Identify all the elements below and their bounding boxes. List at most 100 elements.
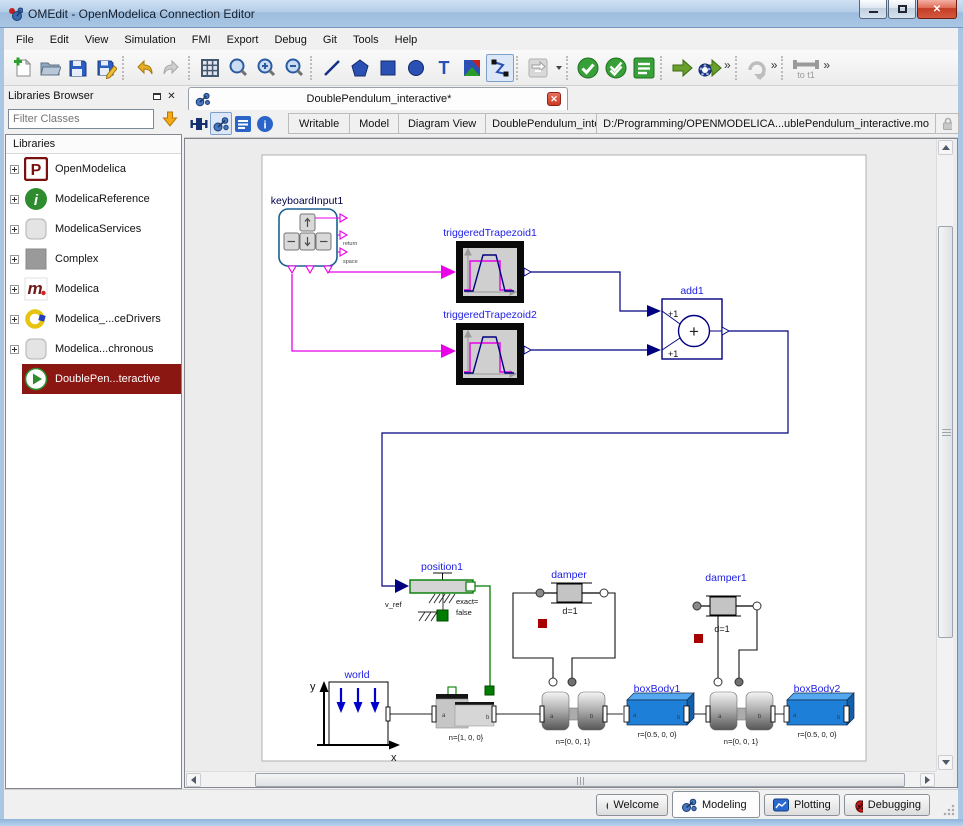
menu-file[interactable]: File (8, 32, 42, 48)
polygon-tool-button[interactable] (346, 54, 374, 82)
expand-icon[interactable] (10, 255, 19, 264)
zoom-out-button[interactable] (280, 54, 308, 82)
library-item-devicedrivers[interactable]: Modelica_...ceDrivers (6, 304, 181, 334)
writable-cell[interactable]: Writable (288, 113, 350, 134)
show-grid-button[interactable] (196, 54, 224, 82)
scroll-down-button[interactable] (938, 755, 953, 770)
document-tab[interactable]: DoublePendulum_interactive* ✕ (188, 87, 568, 110)
connect-mode-button[interactable] (486, 54, 514, 82)
library-item-modelica[interactable]: m Modelica (6, 274, 181, 304)
vertical-scrollbar[interactable] (936, 139, 953, 771)
scroll-up-button[interactable] (938, 140, 953, 155)
library-item-synchronous[interactable]: Modelica...chronous (6, 334, 181, 364)
boxBody1-frame-b-port[interactable] (684, 706, 689, 722)
title-bar[interactable]: OMEdit - OpenModelica Connection Editor … (0, 0, 963, 28)
menu-edit[interactable]: Edit (42, 32, 77, 48)
minimize-button[interactable] (859, 0, 887, 19)
interval-overflow-chevron[interactable]: » (823, 58, 832, 78)
perspective-plotting[interactable]: Plotting (764, 794, 840, 816)
filter-classes-input[interactable] (8, 109, 154, 129)
library-item-complex[interactable]: Complex (6, 244, 181, 274)
menu-tools[interactable]: Tools (345, 32, 387, 48)
damper1-wire-end-b[interactable] (735, 678, 743, 686)
save-button[interactable] (64, 54, 92, 82)
menu-export[interactable]: Export (219, 32, 267, 48)
damper-wire-end-a[interactable] (549, 678, 557, 686)
damper-flange-b-port[interactable] (600, 589, 608, 597)
dock-close-button[interactable]: ✕ (164, 89, 179, 103)
perspective-debugging[interactable]: Debugging (844, 794, 930, 816)
simulation-interval-button[interactable]: to t1 (789, 54, 823, 82)
save-as-button[interactable] (92, 54, 120, 82)
damper1-wire-end-a[interactable] (714, 678, 722, 686)
world-frame-port[interactable] (386, 707, 390, 721)
boxBody1-frame-a-port[interactable] (624, 706, 629, 722)
horizontal-scroll-thumb[interactable] (255, 773, 905, 787)
boxBody2-frame-a-port[interactable] (784, 706, 789, 722)
close-button[interactable]: ✕ (917, 0, 957, 19)
bitmap-tool-button[interactable] (458, 54, 486, 82)
dock-float-button[interactable] (149, 89, 164, 103)
expand-icon[interactable] (10, 345, 19, 354)
library-item-modelicaservices[interactable]: ModelicaServices (6, 214, 181, 244)
menu-fmi[interactable]: FMI (184, 32, 219, 48)
horizontal-scrollbar[interactable] (185, 771, 936, 787)
revolute2-frame-a-port[interactable] (706, 706, 710, 722)
menu-help[interactable]: Help (387, 32, 426, 48)
simulate-button[interactable] (668, 54, 696, 82)
resimulate-overflow-chevron[interactable]: » (771, 58, 780, 78)
instantiate-model-button[interactable] (630, 54, 658, 82)
boxBody2-frame-b-port[interactable] (844, 706, 849, 722)
icon-view-button[interactable] (188, 112, 210, 135)
transition-dropdown-button[interactable] (552, 54, 564, 82)
text-tool-button[interactable]: T (430, 54, 458, 82)
open-file-button[interactable] (36, 54, 64, 82)
prismatic-axis-port[interactable] (485, 686, 494, 695)
perspective-modeling[interactable]: Modeling (672, 791, 760, 818)
simulate-overflow-chevron[interactable]: » (724, 58, 733, 78)
new-class-button[interactable] (8, 54, 36, 82)
expand-icon[interactable] (10, 165, 19, 174)
menu-debug[interactable]: Debug (266, 32, 314, 48)
libraries-dock-titlebar[interactable]: Libraries Browser ✕ (4, 86, 183, 106)
documentation-view-button[interactable]: i (254, 112, 276, 135)
prismatic-frame-b-port[interactable] (492, 706, 496, 722)
scroll-right-button[interactable] (920, 773, 935, 787)
lock-cell[interactable] (935, 113, 959, 134)
zoom-in-button[interactable] (252, 54, 280, 82)
vertical-scroll-thumb[interactable] (938, 226, 953, 638)
perspective-welcome[interactable]: Welcome (596, 794, 668, 816)
library-item-doublependulum[interactable]: DoublePen...teractive (22, 364, 181, 394)
view-mode-cell[interactable]: Diagram View (398, 113, 486, 134)
menu-git[interactable]: Git (315, 32, 345, 48)
diagram-view-button[interactable] (210, 112, 232, 135)
expand-icon[interactable] (10, 195, 19, 204)
check-model-button[interactable] (574, 54, 602, 82)
simulate-animation-button[interactable] (696, 54, 724, 82)
ellipse-tool-button[interactable] (402, 54, 430, 82)
prismatic-frame-a-port[interactable] (432, 706, 436, 722)
reset-zoom-button[interactable] (224, 54, 252, 82)
prismatic-support-port[interactable] (448, 687, 456, 695)
scroll-left-button[interactable] (186, 773, 201, 787)
library-item-modelicareference[interactable]: i ModelicaReference (6, 184, 181, 214)
expand-icon[interactable] (10, 225, 19, 234)
revolute1-frame-b-port[interactable] (603, 706, 607, 722)
library-item-openmodelica[interactable]: P OpenModelica (6, 154, 181, 184)
expand-icon[interactable] (10, 315, 19, 324)
maximize-button[interactable] (888, 0, 916, 19)
check-all-models-button[interactable] (602, 54, 630, 82)
damper1-flange-b-port[interactable] (753, 602, 761, 610)
damper-flange-a-port[interactable] (536, 589, 544, 597)
menu-simulation[interactable]: Simulation (116, 32, 183, 48)
diagram-canvas[interactable]: keyboardInput1 (185, 139, 936, 771)
resize-grip[interactable] (943, 804, 955, 816)
text-view-button[interactable] (232, 112, 254, 135)
menu-view[interactable]: View (77, 32, 117, 48)
damper1-flange-a-port[interactable] (693, 602, 701, 610)
position1-flange-port[interactable] (466, 582, 475, 591)
revolute2-frame-b-port[interactable] (771, 706, 775, 722)
revolute1-frame-a-port[interactable] (540, 706, 544, 722)
damper-wire-end-b[interactable] (568, 678, 576, 686)
redo-button[interactable] (158, 54, 186, 82)
